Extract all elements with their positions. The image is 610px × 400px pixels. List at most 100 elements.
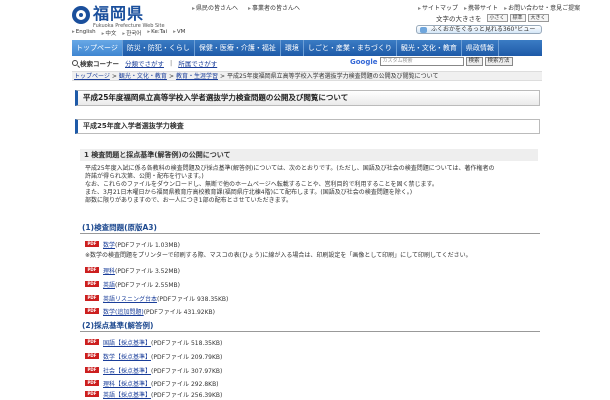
nav-culture[interactable]: 観光・文化・教育	[397, 40, 462, 56]
pdf-link-science[interactable]: 理科	[103, 266, 115, 275]
logo-title: 福岡県	[93, 4, 145, 23]
pdf-icon: PDF	[85, 241, 99, 247]
answers-heading: (2)採点基準(解答例)	[80, 320, 540, 332]
pdf-link-science-answers[interactable]: 理科【採点基準】	[103, 379, 151, 388]
link-businesses[interactable]: 事業者の皆さんへ	[248, 3, 300, 12]
page-title: 平成25年度福岡県立高等学校入学者選抜学力検査問題の公開及び閲覧について	[75, 90, 540, 106]
file-size: (PDFファイル 431.92KB)	[143, 308, 216, 316]
panorama-icon	[420, 27, 427, 33]
search-input[interactable]: カスタム検索	[379, 57, 464, 66]
nav-government[interactable]: 県政情報	[462, 40, 499, 56]
nav-safety[interactable]: 防災・防犯・くらし	[123, 40, 195, 56]
lang-ketai[interactable]: Ke:Tai	[147, 29, 167, 37]
paragraph-line: また、3月21日木曜日から福岡県教育庁高校教育課(福岡県庁北棟4階)にて配布しま…	[85, 189, 413, 196]
breadcrumb-education[interactable]: 教育・生涯学習	[176, 73, 218, 80]
problems-heading: (1)検査問題(原版A3)	[80, 222, 540, 234]
pdf-icon: PDF	[85, 353, 99, 359]
360-view-banner[interactable]: ふくおかをぐるっと見れる360°ビュー	[416, 25, 542, 34]
link-residents[interactable]: 県民の皆さんへ	[192, 3, 238, 12]
utility-links: サイトマップ 携帯サイト お問い合わせ・意見ご提案	[418, 3, 580, 12]
global-nav: トップページ 防災・防犯・くらし 保健・医療・介護・福祉 環境 しごと・産業・ま…	[72, 40, 542, 56]
paragraph-line: 平成25年度入試に係る各教科の検査問題及び採点基準(解答例)については、次のとお…	[85, 165, 495, 172]
pdf-icon: PDF	[85, 339, 99, 345]
link-mobile[interactable]: 携帯サイト	[464, 3, 498, 12]
pdf-link-math-extra[interactable]: 数学(追加問題)	[103, 307, 144, 316]
file-size: (PDFファイル 292.8KB)	[151, 380, 219, 388]
file-size: (PDFファイル 1.03MB)	[115, 241, 180, 249]
pdf-list-item: PDF 理科【採点基準】 (PDFファイル 292.8KB)	[85, 379, 219, 388]
section-title: 平成25年度入学者選抜学力検査	[75, 119, 540, 134]
paragraph-line: 部数に限りがありますので、お一人につき1部の配布とさせていただきます。	[85, 197, 292, 204]
separator: |	[170, 59, 173, 67]
google-search: Google カスタム検索 検索 検索方法	[350, 57, 513, 66]
pdf-list-item: PDF 理科 (PDFファイル 3.52MB)	[85, 266, 180, 275]
pdf-icon: PDF	[85, 391, 99, 397]
banner-text: ふくおかをぐるっと見れる360°ビュー	[431, 26, 536, 33]
file-size: (PDFファイル 2.55MB)	[115, 281, 180, 289]
lang-chinese[interactable]: 中文	[102, 29, 116, 37]
font-size-label: 文字の大きさを	[436, 15, 482, 23]
pdf-icon: PDF	[85, 295, 99, 301]
pdf-list-item: PDF 社会【採点基準】 (PDFファイル 307.97KB)	[85, 366, 223, 375]
pdf-link-math-answers[interactable]: 数学【採点基準】	[103, 352, 151, 361]
link-contact[interactable]: お問い合わせ・意見ご提案	[504, 3, 580, 12]
site-header: 福岡県 Fukuoka Prefecture Web Site 県民の皆さんへ …	[0, 0, 610, 40]
audience-links: 県民の皆さんへ 事業者の皆さんへ	[192, 3, 300, 12]
page: 福岡県 Fukuoka Prefecture Web Site 県民の皆さんへ …	[0, 0, 610, 400]
language-links: English 中文 한국어 Ke:Tai VM	[72, 29, 186, 37]
font-small-button[interactable]: 小さく	[486, 14, 508, 22]
google-logo: Google	[350, 57, 378, 66]
lang-english[interactable]: English	[72, 29, 96, 37]
pdf-list-item: PDF 英語リスニング台本 (PDFファイル 938.35KB)	[85, 294, 229, 303]
link-sitemap[interactable]: サイトマップ	[418, 3, 458, 12]
file-size: (PDFファイル 3.52MB)	[115, 267, 180, 275]
search-help-button[interactable]: 検索方法	[484, 57, 513, 66]
paragraph-line: なお、これらのファイルをダウンロードし、無断で他のホームページへ転載することや、…	[85, 181, 438, 188]
pdf-list-item: PDF 国語【採点基準】 (PDFファイル 518.35KB)	[85, 338, 223, 347]
file-size: (PDFファイル 256.39KB)	[151, 391, 223, 399]
pdf-icon: PDF	[85, 380, 99, 386]
search-by-department-link[interactable]: 所属でさがす	[178, 58, 217, 68]
lang-korean[interactable]: 한국어	[122, 29, 141, 37]
pdf-list-item: PDF 数学【採点基準】 (PDFファイル 209.79KB)	[85, 352, 222, 361]
breadcrumb-culture[interactable]: 観光・文化・教育	[119, 73, 167, 80]
search-label-text: 検索コーナー	[80, 60, 119, 68]
file-size: (PDFファイル 938.35KB)	[157, 295, 229, 303]
pdf-link-social-answers[interactable]: 社会【採点基準】	[103, 366, 151, 375]
file-size: (PDFファイル 307.97KB)	[151, 367, 223, 375]
font-large-button[interactable]: 大きく	[527, 14, 549, 22]
nav-environment[interactable]: 環境	[281, 40, 304, 56]
pdf-link-math[interactable]: 数学	[103, 240, 115, 249]
nav-health[interactable]: 保健・医療・介護・福祉	[195, 40, 281, 56]
lang-vm[interactable]: VM	[173, 29, 186, 37]
nav-top[interactable]: トップページ	[72, 40, 123, 56]
breadcrumb-current: 平成25年度福岡県立高等学校入学者選抜学力検査問題の公開及び閲覧について	[227, 73, 439, 80]
breadcrumb: トップページ > 観光・文化・教育 > 教育・生涯学習 > 平成25年度福岡県立高等学校入学…	[72, 71, 542, 81]
pdf-link-japanese-answers[interactable]: 国語【採点基準】	[103, 338, 151, 347]
print-note: ※数学の検査問題をプリンターで印刷する際、マスコの表(ひょう)に線が入る場合は、…	[85, 252, 472, 259]
search-corner-label: 検索コーナー	[72, 58, 119, 68]
nav-work[interactable]: しごと・産業・まちづくり	[304, 40, 397, 56]
search-button[interactable]: 検索	[465, 57, 483, 66]
search-by-category-link[interactable]: 分類でさがす	[125, 58, 164, 68]
pdf-link-english[interactable]: 英語	[103, 280, 115, 289]
file-size: (PDFファイル 518.35KB)	[151, 339, 223, 347]
pdf-icon: PDF	[85, 267, 99, 273]
search-corner: 検索コーナー 分類でさがす | 所属でさがす Google カスタム検索 検索 …	[72, 57, 542, 69]
pdf-link-english-answers[interactable]: 英語【採点基準】	[103, 390, 151, 399]
pdf-icon: PDF	[85, 281, 99, 287]
pdf-link-listening[interactable]: 英語リスニング台本	[103, 294, 157, 303]
pdf-list-item: PDF 英語【採点基準】 (PDFファイル 256.39KB)	[85, 390, 223, 399]
paragraph-line: 許諾が得られ次第、公開・配布を行います。)	[85, 173, 204, 180]
font-standard-button[interactable]: 標準	[509, 14, 526, 22]
site-logo[interactable]: 福岡県 Fukuoka Prefecture Web Site	[72, 5, 165, 29]
pdf-list-item: PDF 数学(追加問題) (PDFファイル 431.92KB)	[85, 307, 216, 316]
pdf-list-item: PDF 数学 (PDFファイル 1.03MB)	[85, 240, 180, 249]
pdf-icon: PDF	[85, 367, 99, 373]
search-icon	[72, 60, 78, 66]
pdf-list-item: PDF 英語 (PDFファイル 2.55MB)	[85, 280, 180, 289]
subheading: 1 検査問題と採点基準(解答例)の公開について	[80, 149, 538, 161]
pdf-icon: PDF	[85, 308, 99, 314]
prefecture-emblem-icon	[72, 6, 90, 24]
breadcrumb-top[interactable]: トップページ	[74, 73, 110, 80]
